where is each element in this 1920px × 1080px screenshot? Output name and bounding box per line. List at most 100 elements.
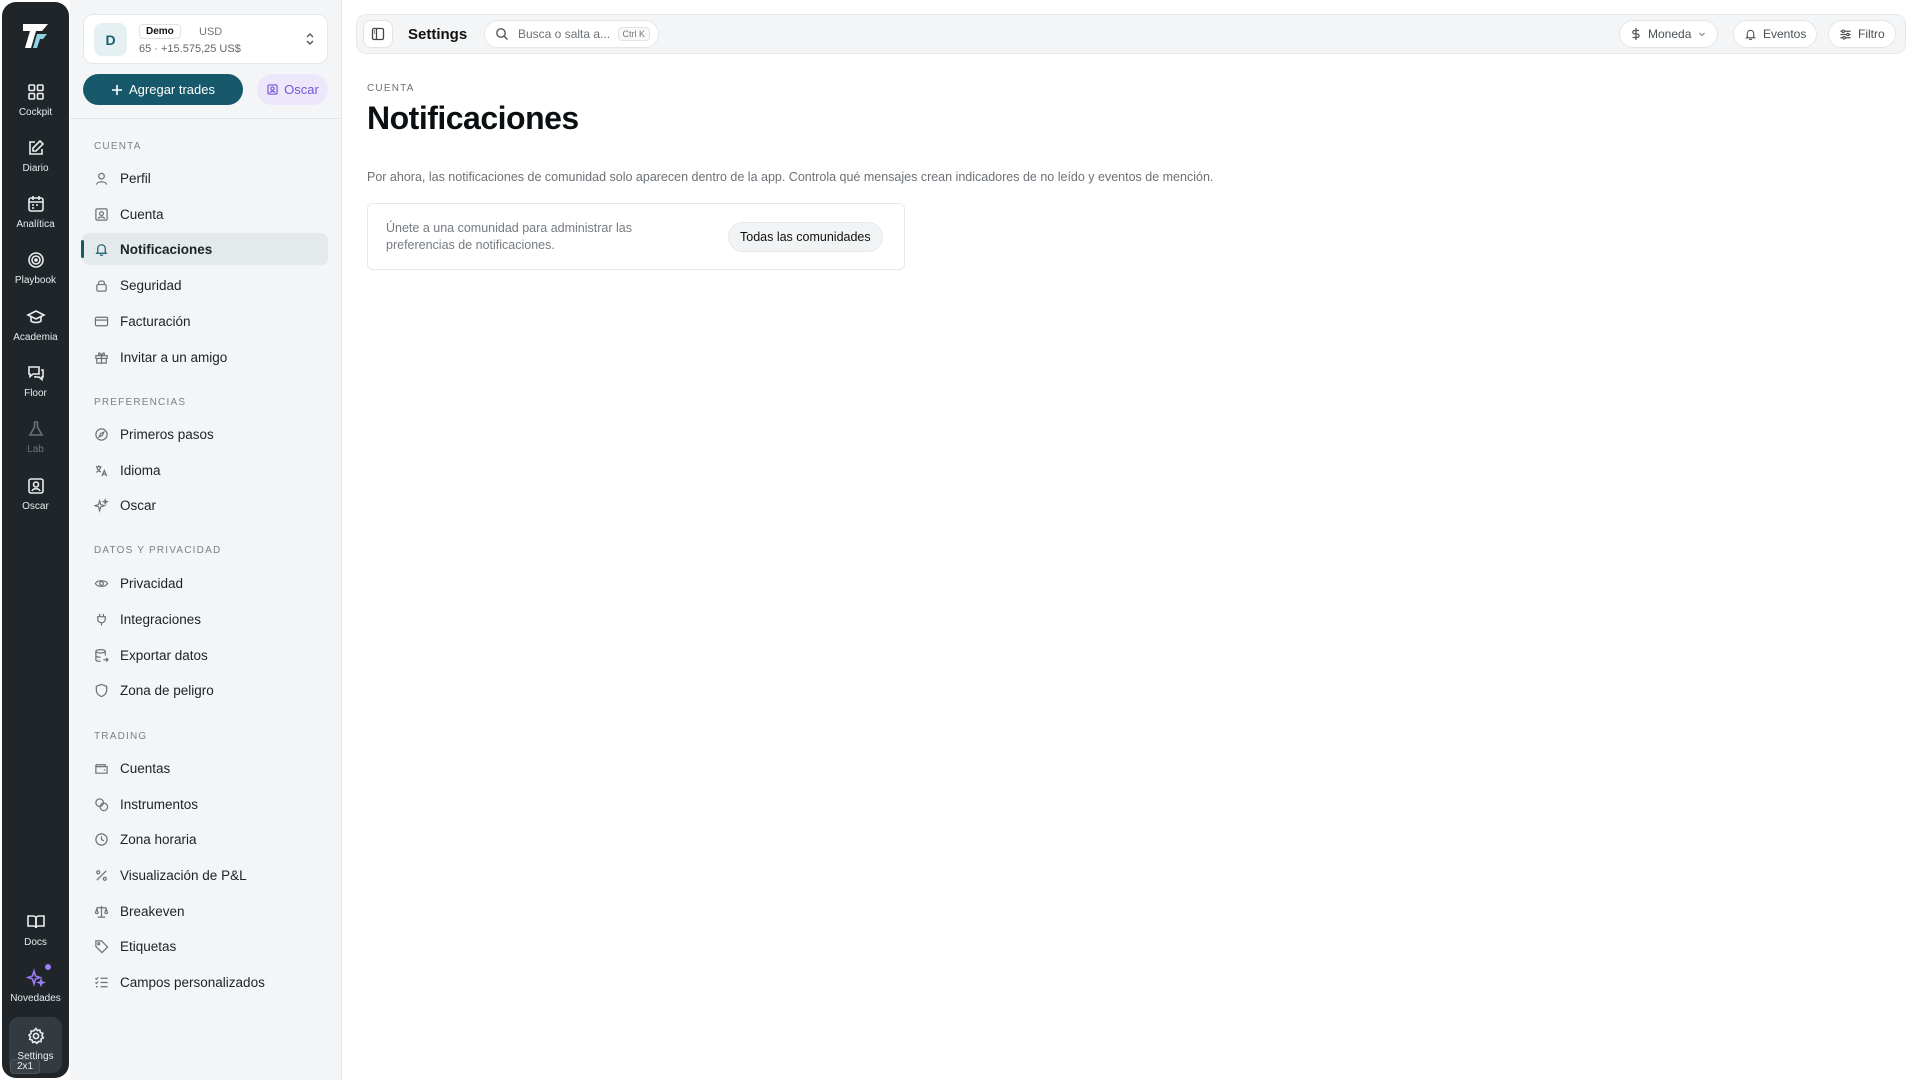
section-title-preferencias: PREFERENCIAS: [94, 397, 187, 408]
nav-item-perfil[interactable]: Perfil: [82, 162, 328, 194]
account-mode-badge: Demo: [139, 24, 181, 39]
nav-item-breakeven[interactable]: Breakeven: [82, 895, 328, 927]
graduation-cap-icon: [25, 310, 46, 324]
all-communities-button[interactable]: Todas las comunidades: [728, 222, 883, 252]
scale-icon: [94, 905, 109, 918]
account-summary: 65 · +15.575,25 US$: [139, 43, 241, 55]
currency-dropdown[interactable]: Moneda: [1619, 20, 1719, 48]
events-button[interactable]: Eventos: [1733, 20, 1818, 48]
rail-item-novedades[interactable]: Novedades: [2, 964, 69, 1020]
rail-label: Playbook: [14, 275, 57, 286]
rail-item-playbook[interactable]: Playbook: [2, 250, 69, 302]
nav-item-label: Primeros pasos: [120, 426, 214, 442]
nav-item-label: Privacidad: [120, 575, 184, 591]
sparkles-icon: [94, 498, 109, 513]
credit-card-icon: [94, 316, 109, 327]
account-currency: USD: [199, 26, 223, 38]
rail-label: Analítica: [16, 219, 55, 230]
filter-button[interactable]: Filtro: [1828, 20, 1896, 48]
shortcut-badge: 2x1: [10, 1059, 41, 1074]
section-title-cuenta: CUENTA: [94, 141, 142, 152]
nav-item-label: Invitar a un amigo: [120, 349, 228, 365]
plug-icon: [97, 613, 106, 626]
nav-item-primeros-pasos[interactable]: Primeros pasos: [82, 418, 328, 450]
nav-item-privacidad[interactable]: Privacidad: [82, 567, 328, 599]
wallet-icon: [95, 764, 108, 774]
top-bar: Settings Busca o salta a... Ctrl K Moned…: [356, 14, 1906, 54]
page-title: Notificaciones: [367, 100, 579, 136]
rail-item-cockpit[interactable]: Cockpit: [2, 82, 69, 134]
nav-item-exportar[interactable]: Exportar datos: [82, 639, 328, 671]
nav-item-pnl[interactable]: Visualización de P&L: [82, 859, 328, 891]
clock-icon: [95, 833, 108, 846]
nav-item-label: Campos personalizados: [120, 974, 265, 990]
nav-item-label: Facturación: [120, 313, 191, 329]
nav-item-label: Instrumentos: [120, 796, 199, 812]
rail-item-academia[interactable]: Academia: [2, 307, 69, 359]
lock-icon: [96, 280, 107, 292]
nav-item-cuenta[interactable]: Cuenta: [82, 198, 328, 230]
target-icon: [27, 252, 44, 268]
nav-item-instrumentos[interactable]: Instrumentos: [82, 788, 328, 820]
bot-icon: [267, 84, 278, 95]
nav-item-idioma[interactable]: Idioma: [82, 454, 328, 486]
nav-item-label: Zona horaria: [120, 831, 197, 847]
oscar-button[interactable]: Oscar: [257, 74, 328, 105]
rail-item-analitica[interactable]: Analítica: [2, 194, 69, 246]
list-checks-icon: [94, 976, 108, 988]
search-input[interactable]: Busca o salta a... Ctrl K: [484, 20, 659, 48]
chevron-down-icon: [1699, 32, 1706, 37]
sparkles-icon: [25, 968, 46, 988]
search-shortcut: Ctrl K: [617, 27, 650, 41]
search-icon: [496, 28, 508, 40]
plus-icon: [112, 84, 122, 95]
sidebar-toggle-button[interactable]: [363, 20, 393, 48]
rail-label: Novedades: [10, 993, 61, 1004]
nav-item-zona-peligro[interactable]: Zona de peligro: [82, 674, 328, 706]
bot-icon: [27, 478, 44, 494]
page-description: Por ahora, las notificaciones de comunid…: [367, 170, 1214, 184]
coins-icon: [95, 798, 109, 812]
rail-label: Diario: [22, 163, 49, 174]
nav-item-seguridad[interactable]: Seguridad: [82, 269, 328, 301]
rail-item-oscar[interactable]: Oscar: [2, 476, 69, 528]
filter-label: Filtro: [1858, 27, 1885, 41]
nav-item-oscar[interactable]: Oscar: [82, 489, 328, 521]
chevrons-up-down-icon: [306, 33, 314, 45]
nav-item-notificaciones[interactable]: Notificaciones: [81, 233, 328, 265]
app-logo[interactable]: [20, 20, 52, 52]
add-trades-button[interactable]: Agregar trades: [83, 74, 243, 105]
add-trades-label: Agregar trades: [129, 82, 215, 97]
rail-label: Academia: [13, 332, 58, 343]
nav-item-label: Exportar datos: [120, 647, 208, 663]
rail-label: Cockpit: [18, 107, 53, 118]
edit-icon: [28, 139, 44, 155]
nav-item-label: Zona de peligro: [120, 682, 214, 698]
section-title-trading: TRADING: [94, 731, 148, 742]
account-switcher[interactable]: D Demo USD 65 · +15.575,25 US$: [83, 14, 328, 64]
breadcrumb: CUENTA: [367, 83, 415, 94]
panel-left-icon: [371, 27, 385, 41]
nav-item-label: Breakeven: [120, 903, 185, 919]
nav-item-cuentas[interactable]: Cuentas: [82, 752, 328, 784]
dollar-icon: [1632, 28, 1640, 40]
nav-item-invitar[interactable]: Invitar a un amigo: [82, 341, 328, 373]
rail-item-floor[interactable]: Floor: [2, 363, 69, 415]
nav-item-zona-horaria[interactable]: Zona horaria: [82, 823, 328, 855]
rail-item-diario[interactable]: Diario: [2, 138, 69, 190]
book-icon: [26, 915, 45, 929]
nav-item-integraciones[interactable]: Integraciones: [82, 603, 328, 635]
rail-item-docs[interactable]: Docs: [2, 912, 69, 964]
rail-item-lab[interactable]: Lab: [2, 419, 69, 471]
community-card: Únete a una comunidad para administrar l…: [367, 203, 905, 270]
search-placeholder: Busca o salta a...: [518, 27, 611, 41]
section-title-datos: DATOS Y PRIVACIDAD: [94, 545, 222, 556]
nav-item-campos[interactable]: Campos personalizados: [82, 966, 328, 998]
nav-item-etiquetas[interactable]: Etiquetas: [82, 930, 328, 962]
nav-item-label: Cuentas: [120, 760, 171, 776]
nav-item-facturacion[interactable]: Facturación: [82, 305, 328, 337]
rail-label: Docs: [24, 937, 47, 948]
bell-icon: [95, 244, 108, 256]
nav-item-label: Cuenta: [120, 206, 164, 222]
tag-icon: [95, 940, 109, 954]
